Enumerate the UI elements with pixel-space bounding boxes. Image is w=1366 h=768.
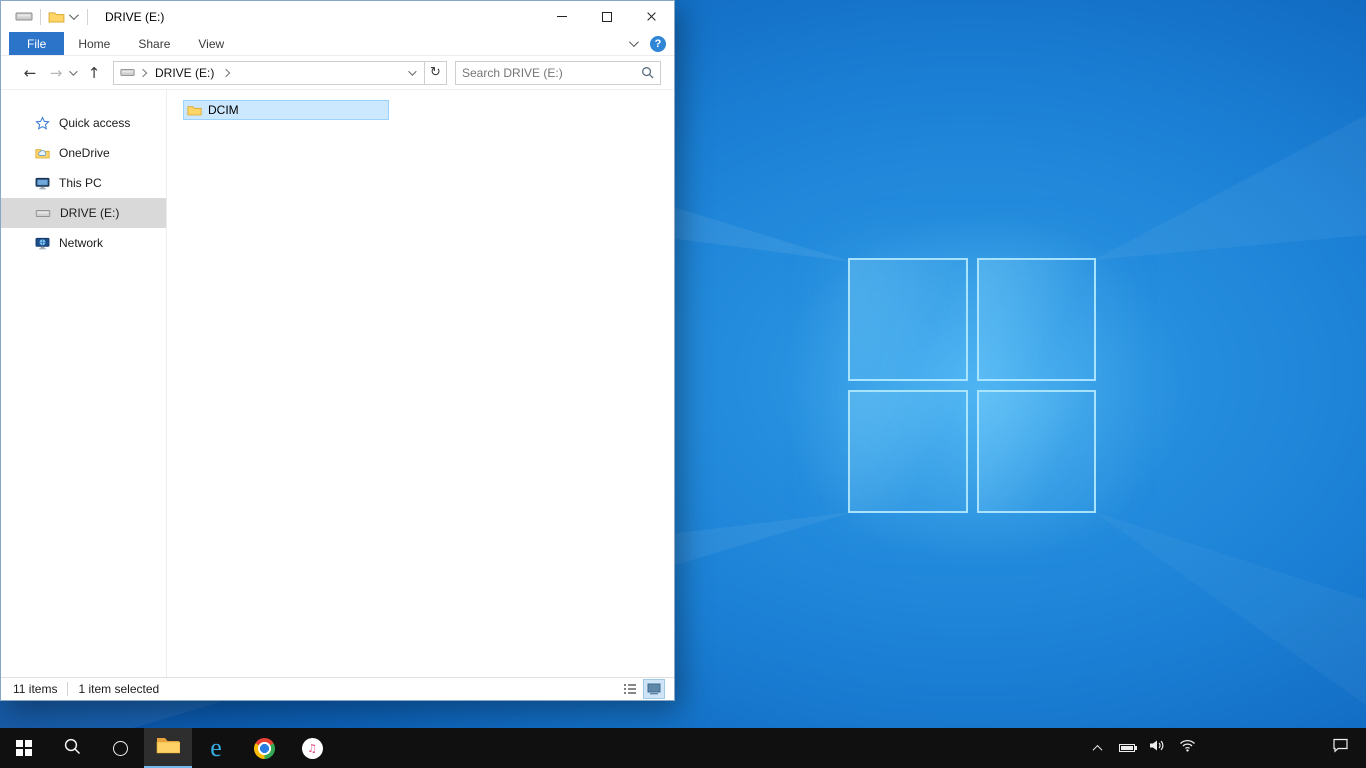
file-item-dcim[interactable]: DCIM (183, 100, 389, 120)
onedrive-icon (35, 147, 50, 159)
star-icon (35, 115, 50, 131)
windows-logo (848, 258, 1096, 513)
divider (87, 8, 88, 25)
breadcrumb-location[interactable]: DRIVE (E:) (155, 66, 214, 80)
taskbar-file-explorer-button[interactable] (144, 728, 192, 768)
close-button[interactable] (629, 1, 674, 32)
windows-start-icon (16, 740, 32, 756)
divider (40, 8, 41, 25)
search-box (455, 60, 661, 85)
ribbon-tabs: File Home Share View ? (1, 32, 674, 56)
internet-explorer-icon: e (210, 733, 222, 762)
back-button[interactable]: ← (17, 64, 43, 82)
itunes-button[interactable]: ♫ (288, 728, 336, 768)
internet-explorer-button[interactable]: e (192, 728, 240, 768)
volume-button[interactable] (1144, 728, 1170, 768)
items-count: 11 items (13, 682, 58, 696)
forward-button[interactable]: → (43, 64, 69, 82)
action-center-button[interactable] (1320, 728, 1360, 768)
divider (67, 682, 69, 696)
itunes-icon: ♫ (301, 737, 323, 759)
details-view-button[interactable] (620, 680, 640, 698)
tab-view[interactable]: View (184, 32, 238, 55)
system-tray (1084, 728, 1366, 768)
minimize-button[interactable] (539, 1, 584, 32)
drive-icon (35, 208, 51, 219)
network-icon (35, 237, 50, 250)
folder-icon (187, 104, 202, 116)
search-input[interactable] (456, 65, 641, 80)
navigation-toolbar: ← → ↑ DRIVE (E:) ↻ (1, 56, 674, 90)
address-dropdown-button[interactable] (404, 62, 424, 84)
sidebar-item-quick-access[interactable]: Quick access (1, 108, 166, 138)
sidebar-item-label: Quick access (59, 116, 131, 130)
sidebar-item-drive-e[interactable]: DRIVE (E:) (1, 198, 166, 228)
maximize-button[interactable] (584, 1, 629, 32)
this-pc-icon (35, 177, 50, 190)
breadcrumb-chevron-icon[interactable] (222, 68, 231, 77)
file-name: DCIM (208, 103, 239, 117)
titlebar: DRIVE (E:) (1, 1, 674, 32)
speaker-icon (1149, 739, 1165, 757)
sidebar-item-onedrive[interactable]: OneDrive (1, 138, 166, 168)
file-explorer-icon (156, 735, 181, 759)
sidebar-item-label: DRIVE (E:) (60, 206, 120, 220)
expand-ribbon-chevron-icon[interactable] (628, 37, 639, 48)
help-button[interactable]: ? (650, 35, 666, 52)
breadcrumb-chevron-icon[interactable] (138, 68, 148, 77)
taskbar-search-button[interactable] (48, 728, 96, 768)
file-list[interactable]: DCIM (167, 90, 674, 677)
chevron-down-icon (408, 66, 417, 76)
address-bar[interactable]: DRIVE (E:) (113, 60, 425, 85)
drive-icon (15, 10, 33, 23)
qat-chevron-down-icon[interactable] (68, 10, 79, 21)
selection-count: 1 item selected (78, 682, 160, 696)
file-explorer-window: DRIVE (E:) File Home Share View ? ← → ↑ … (0, 0, 675, 701)
qat-folder-icon[interactable] (48, 10, 65, 23)
refresh-button[interactable]: ↻ (425, 60, 447, 85)
sidebar-item-label: OneDrive (59, 146, 110, 160)
window-controls (539, 1, 674, 32)
chrome-button[interactable] (240, 728, 288, 768)
minimize-icon (556, 16, 567, 17)
sidebar-item-label: This PC (59, 176, 102, 190)
search-icon[interactable] (641, 66, 654, 79)
maximize-icon (601, 11, 612, 22)
window-title: DRIVE (E:) (105, 9, 165, 24)
drive-icon (120, 67, 135, 78)
sidebar-item-this-pc[interactable]: This PC (1, 168, 166, 198)
taskbar: e ♫ (0, 728, 1366, 768)
navigation-pane: Quick access OneDrive This PC DRIVE (E:) (1, 90, 167, 677)
search-icon (63, 737, 81, 760)
battery-icon (1119, 744, 1137, 752)
sidebar-item-label: Network (59, 236, 104, 250)
status-bar: 11 items 1 item selected (1, 677, 674, 700)
chrome-icon (253, 737, 275, 759)
sidebar-item-network[interactable]: Network (1, 228, 166, 258)
tab-file[interactable]: File (9, 32, 65, 55)
large-icons-view-button[interactable] (643, 679, 665, 699)
recent-locations-chevron-icon[interactable] (69, 66, 78, 76)
battery-button[interactable] (1114, 728, 1140, 768)
tab-share[interactable]: Share (124, 32, 184, 55)
close-icon (646, 11, 657, 22)
up-button[interactable]: ↑ (81, 64, 107, 82)
action-center-icon (1332, 738, 1349, 758)
explorer-main: Quick access OneDrive This PC DRIVE (E:) (1, 90, 674, 677)
tab-home[interactable]: Home (64, 32, 124, 55)
chevron-up-icon (1092, 744, 1102, 755)
wifi-icon (1179, 739, 1196, 757)
show-hidden-icons-button[interactable] (1084, 728, 1110, 768)
cortana-icon (112, 740, 128, 756)
network-tray-button[interactable] (1174, 728, 1200, 768)
start-button[interactable] (0, 728, 48, 768)
cortana-button[interactable] (96, 728, 144, 768)
